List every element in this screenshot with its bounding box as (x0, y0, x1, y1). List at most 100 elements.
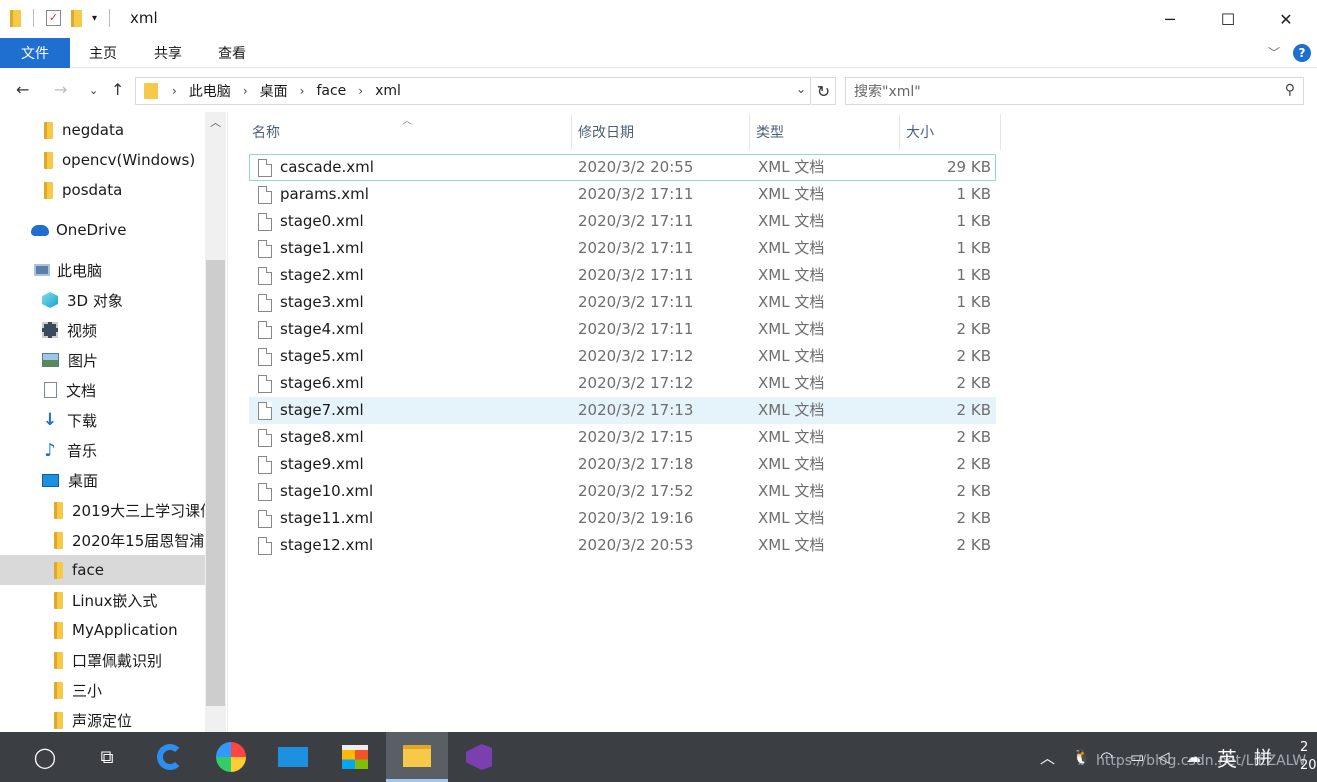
scroll-thumb[interactable] (206, 260, 225, 706)
file-row[interactable]: stage1.xml 2020/3/2 17:11 XML 文档 1 KB (249, 235, 996, 262)
chevron-right-icon[interactable]: › (300, 84, 305, 98)
breadcrumb-this-pc[interactable]: 此电脑 (189, 81, 231, 101)
file-list[interactable]: ︿ 名称 修改日期 类型 大小 cascade.xml 2020/3/2 20:5… (228, 112, 1317, 736)
xml-file-icon (258, 320, 272, 339)
file-row[interactable]: stage5.xml 2020/3/2 17:12 XML 文档 2 KB (249, 343, 996, 370)
file-size: 2 KB (956, 374, 991, 392)
nav-item-face[interactable]: face (0, 555, 205, 585)
nav-item-music[interactable]: ♪ 音乐 (0, 435, 205, 465)
nav-item-documents[interactable]: 文档 (0, 375, 205, 405)
minimize-button[interactable]: ─ (1141, 0, 1199, 38)
nav-item-this-pc[interactable]: 此电脑 (0, 255, 205, 285)
nav-item-folder[interactable]: 声源定位 (0, 705, 205, 735)
new-folder-icon[interactable] (71, 9, 82, 27)
tab-share[interactable]: 共享 (142, 38, 194, 68)
nav-scrollbar[interactable]: ︿ (205, 112, 226, 736)
file-type: XML 文档 (758, 185, 825, 203)
nav-item-opencv[interactable]: opencv(Windows) (0, 145, 205, 175)
column-header-date[interactable]: 修改日期 (572, 114, 750, 150)
column-header-type[interactable]: 类型 (750, 114, 900, 150)
column-header-name[interactable]: 名称 (246, 114, 572, 150)
file-row[interactable]: stage6.xml 2020/3/2 17:12 XML 文档 2 KB (249, 370, 996, 397)
scroll-up-chevron-icon[interactable]: ︿ (205, 114, 226, 130)
chevron-right-icon[interactable]: › (172, 84, 177, 98)
file-row[interactable]: params.xml 2020/3/2 17:11 XML 文档 1 KB (249, 181, 996, 208)
visual-studio-app-icon[interactable] (448, 732, 510, 782)
nav-item-folder[interactable]: 口罩佩戴识别 (0, 645, 205, 675)
search-input[interactable]: 搜索"xml" ⚲ (845, 77, 1304, 105)
breadcrumb-xml[interactable]: xml (375, 83, 401, 99)
mail-app-icon[interactable] (262, 732, 324, 782)
refresh-button[interactable]: ↻ (812, 77, 836, 105)
file-row[interactable]: stage10.xml 2020/3/2 17:52 XML 文档 2 KB (249, 478, 996, 505)
up-button[interactable]: ↑ (111, 80, 124, 99)
file-name-cell: stage2.xml (258, 263, 364, 288)
tab-file[interactable]: 文件 (0, 38, 70, 68)
maximize-button[interactable]: ☐ (1199, 0, 1257, 38)
chevron-right-icon[interactable]: › (358, 84, 363, 98)
pictures-icon (42, 353, 59, 367)
back-button[interactable]: ← (16, 80, 29, 99)
nav-item-videos[interactable]: 视频 (0, 315, 205, 345)
file-type: XML 文档 (758, 401, 825, 419)
file-row[interactable]: cascade.xml 2020/3/2 20:55 XML 文档 29 KB (249, 154, 996, 181)
file-row[interactable]: stage9.xml 2020/3/2 17:18 XML 文档 2 KB (249, 451, 996, 478)
nav-item-desktop[interactable]: 桌面 (0, 465, 205, 495)
file-date: 2020/3/2 17:11 (578, 293, 694, 311)
navigation-pane[interactable]: negdata opencv(Windows) posdata OneDrive… (0, 112, 228, 736)
nav-item-posdata[interactable]: posdata (0, 175, 205, 205)
tab-view[interactable]: 查看 (206, 38, 258, 68)
file-date: 2020/3/2 17:52 (578, 482, 694, 500)
forward-button[interactable]: → (54, 80, 67, 99)
store-app-icon[interactable] (324, 732, 386, 782)
file-row[interactable]: stage4.xml 2020/3/2 17:11 XML 文档 2 KB (249, 316, 996, 343)
nav-item-folder[interactable]: 2020年15届恩智浦 (0, 525, 205, 555)
file-name: stage2.xml (280, 266, 364, 284)
recent-locations-chevron-icon[interactable]: ⌄ (89, 84, 98, 97)
tab-home[interactable]: 主页 (77, 38, 129, 68)
address-bar[interactable]: › 此电脑 › 桌面 › face › xml ⌄ (135, 77, 811, 105)
nav-item-downloads[interactable]: ↓ 下载 (0, 405, 205, 435)
file-row[interactable]: stage0.xml 2020/3/2 17:11 XML 文档 1 KB (249, 208, 996, 235)
edge-app-icon[interactable] (139, 732, 201, 782)
nav-item-folder[interactable]: 三小 (0, 675, 205, 705)
nav-item-label: 此电脑 (57, 261, 103, 280)
documents-icon (44, 382, 57, 398)
close-button[interactable]: ✕ (1257, 0, 1315, 38)
file-row[interactable]: stage7.xml 2020/3/2 17:13 XML 文档 2 KB (249, 397, 996, 424)
task-view-button[interactable]: ⧉ (76, 732, 138, 782)
customize-toolbar-icon[interactable]: ▾ (92, 13, 97, 24)
nav-item-negdata[interactable]: negdata (0, 115, 205, 145)
column-header-size[interactable]: 大小 (900, 114, 1001, 150)
nav-item-label: negdata (62, 121, 125, 139)
nav-item-onedrive[interactable]: OneDrive (0, 215, 205, 245)
title-bar: ✓ ▾ xml ─ ☐ ✕ (0, 0, 1317, 38)
breadcrumb-desktop[interactable]: 桌面 (260, 81, 288, 101)
file-row[interactable]: stage8.xml 2020/3/2 17:15 XML 文档 2 KB (249, 424, 996, 451)
search-icon[interactable]: ⚲ (1285, 82, 1295, 98)
search-button[interactable]: ◯ (14, 732, 76, 782)
help-icon[interactable]: ? (1293, 44, 1311, 62)
qq-icon[interactable]: 🐧 (1072, 732, 1091, 782)
address-dropdown-chevron-icon[interactable]: ⌄ (796, 82, 806, 96)
nav-item-3d-objects[interactable]: 3D 对象 (0, 285, 205, 315)
file-row[interactable]: stage2.xml 2020/3/2 17:11 XML 文档 1 KB (249, 262, 996, 289)
properties-icon[interactable]: ✓ (46, 10, 61, 26)
nav-item-folder[interactable]: 2019大三上学习课件 (0, 495, 205, 525)
chevron-right-icon[interactable]: › (243, 84, 248, 98)
file-row[interactable]: stage11.xml 2020/3/2 19:16 XML 文档 2 KB (249, 505, 996, 532)
expand-ribbon-chevron-icon[interactable]: ﹀ (1268, 44, 1280, 61)
nav-item-folder[interactable]: MyApplication (0, 615, 205, 645)
file-type: XML 文档 (758, 212, 825, 230)
file-row[interactable]: stage3.xml 2020/3/2 17:11 XML 文档 1 KB (249, 289, 996, 316)
folder-icon (403, 744, 431, 767)
nav-item-folder[interactable]: Linux嵌入式 (0, 585, 205, 615)
file-explorer-app-icon[interactable] (386, 732, 448, 782)
xml-file-icon (258, 401, 272, 420)
breadcrumb-face[interactable]: face (316, 83, 346, 99)
file-type: XML 文档 (758, 536, 825, 554)
browser-app-icon[interactable] (200, 732, 262, 782)
show-hidden-icons-chevron-icon[interactable]: ︿ (1040, 732, 1055, 782)
nav-item-pictures[interactable]: 图片 (0, 345, 205, 375)
file-row[interactable]: stage12.xml 2020/3/2 20:53 XML 文档 2 KB (249, 532, 996, 559)
